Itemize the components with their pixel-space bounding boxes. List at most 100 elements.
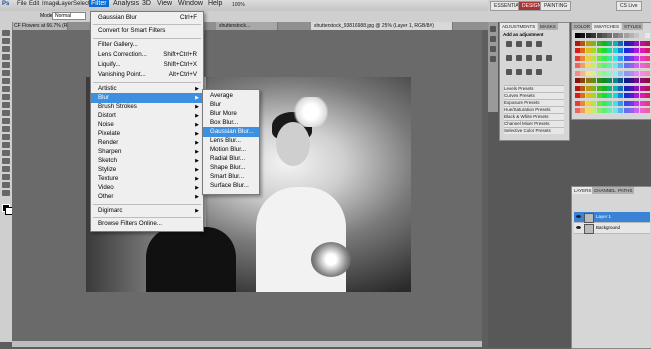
- character-panel-icon[interactable]: [490, 56, 496, 62]
- swatch-chip[interactable]: [580, 40, 586, 46]
- swatch-chip[interactable]: [591, 100, 597, 106]
- swatch-chip[interactable]: [580, 85, 586, 91]
- swatch-chip[interactable]: [612, 55, 618, 61]
- swatch-chip[interactable]: [585, 70, 591, 76]
- swatch-chip[interactable]: [618, 100, 624, 106]
- swatch-chip[interactable]: [596, 63, 602, 68]
- swatch-chip[interactable]: [623, 48, 629, 53]
- swatch-chip[interactable]: [634, 78, 640, 83]
- swatch-chip[interactable]: [623, 63, 629, 68]
- tab-swatches[interactable]: SWATCHES: [592, 23, 622, 30]
- swatch-chip[interactable]: [575, 100, 580, 106]
- lasso-tool-icon[interactable]: [2, 46, 10, 52]
- swatch-chip[interactable]: [634, 100, 640, 106]
- zoom-level[interactable]: 100%: [232, 2, 245, 8]
- workspace-painting[interactable]: PAINTING: [540, 1, 572, 11]
- swatch-chip[interactable]: [607, 33, 613, 38]
- swatch-chip[interactable]: [575, 48, 580, 53]
- swatch-chip[interactable]: [645, 78, 651, 83]
- swatch-chip[interactable]: [602, 55, 607, 61]
- swatch-chip[interactable]: [618, 63, 624, 68]
- swatch-chip[interactable]: [607, 100, 613, 106]
- swatch-chip[interactable]: [612, 33, 618, 38]
- history-panel-icon[interactable]: [490, 26, 496, 32]
- swatch-chip[interactable]: [645, 108, 651, 113]
- swatch-chip[interactable]: [575, 78, 580, 83]
- swatch-chip[interactable]: [645, 33, 651, 38]
- swatch-chip[interactable]: [596, 55, 602, 61]
- swatch-chip[interactable]: [585, 48, 591, 53]
- swatch-chip[interactable]: [612, 70, 618, 76]
- swatch-chip[interactable]: [618, 55, 624, 61]
- swatch-chip[interactable]: [618, 70, 624, 76]
- liquify[interactable]: Liquify... Shift+Ctrl+X: [91, 60, 203, 70]
- swatch-chip[interactable]: [596, 93, 602, 98]
- swatch-chip[interactable]: [585, 78, 591, 83]
- visibility-eye-icon[interactable]: [576, 226, 581, 229]
- blur-surface-blur[interactable]: Surface Blur...: [203, 181, 259, 191]
- swatch-chip[interactable]: [645, 48, 651, 53]
- menu-layer[interactable]: Layer: [58, 1, 73, 7]
- swatch-chip[interactable]: [575, 55, 580, 61]
- tab-styles[interactable]: STYLES: [622, 23, 644, 30]
- swatch-chip[interactable]: [580, 55, 586, 61]
- eraser-tool-icon[interactable]: [2, 110, 10, 116]
- preset-channel-mixer[interactable]: Channel Mixer Presets: [504, 120, 564, 127]
- swatch-chip[interactable]: [602, 93, 607, 98]
- swatch-chip[interactable]: [618, 33, 624, 38]
- healing-tool-icon[interactable]: [2, 78, 10, 84]
- preset-selective-color[interactable]: Selective Color Presets: [504, 127, 564, 134]
- swatch-chip[interactable]: [629, 108, 634, 113]
- brush-panel-icon[interactable]: [490, 46, 496, 52]
- swatch-chip[interactable]: [607, 48, 613, 53]
- swatch-chip[interactable]: [629, 85, 634, 91]
- swatch-chip[interactable]: [623, 70, 629, 76]
- swatch-chip[interactable]: [634, 108, 640, 113]
- preset-black-white[interactable]: Black & White Presets: [504, 113, 564, 120]
- zoom-tool-icon[interactable]: [2, 190, 10, 196]
- swatch-chip[interactable]: [591, 55, 597, 61]
- swatch-chip[interactable]: [634, 40, 640, 46]
- swatch-chip[interactable]: [575, 40, 580, 46]
- exposure-icon[interactable]: [536, 41, 542, 47]
- menu-3d[interactable]: 3D: [142, 0, 151, 7]
- color-balance-icon[interactable]: [526, 55, 532, 61]
- swatch-chip[interactable]: [612, 48, 618, 53]
- quick-select-tool-icon[interactable]: [2, 54, 10, 60]
- swatch-chip[interactable]: [575, 85, 580, 91]
- actions-panel-icon[interactable]: [490, 36, 496, 42]
- swatch-chip[interactable]: [623, 108, 629, 113]
- swatch-chip[interactable]: [580, 33, 586, 38]
- swatch-chip[interactable]: [623, 85, 629, 91]
- hand-tool-icon[interactable]: [2, 182, 10, 188]
- type-tool-icon[interactable]: [2, 150, 10, 156]
- swatch-chip[interactable]: [634, 33, 640, 38]
- swatch-chip[interactable]: [623, 78, 629, 83]
- swatch-chip[interactable]: [623, 40, 629, 46]
- tab-masks[interactable]: MASKS: [538, 23, 558, 30]
- swatch-chip[interactable]: [645, 55, 651, 61]
- swatch-chip[interactable]: [612, 93, 618, 98]
- photo-filter-icon[interactable]: [546, 55, 552, 61]
- swatch-chip[interactable]: [645, 70, 651, 76]
- swatch-chip[interactable]: [607, 93, 613, 98]
- swatch-chip[interactable]: [629, 40, 634, 46]
- swatch-chip[interactable]: [612, 40, 618, 46]
- swatch-chip[interactable]: [575, 33, 580, 38]
- swatch-chip[interactable]: [629, 48, 634, 53]
- preset-curves[interactable]: Curves Presets: [504, 92, 564, 99]
- swatch-chip[interactable]: [612, 85, 618, 91]
- swatch-chip[interactable]: [580, 108, 586, 113]
- swatch-chip[interactable]: [591, 93, 597, 98]
- swatch-chip[interactable]: [602, 85, 607, 91]
- swatch-chip[interactable]: [585, 100, 591, 106]
- swatch-chip[interactable]: [596, 78, 602, 83]
- swatch-chip[interactable]: [580, 48, 586, 53]
- gradient-tool-icon[interactable]: [2, 118, 10, 124]
- swatch-chip[interactable]: [639, 48, 645, 53]
- swatch-chip[interactable]: [639, 108, 645, 113]
- swatch-chip[interactable]: [629, 93, 634, 98]
- swatch-chip[interactable]: [645, 100, 651, 106]
- swatch-chip[interactable]: [607, 40, 613, 46]
- menu-image[interactable]: Image: [42, 1, 59, 7]
